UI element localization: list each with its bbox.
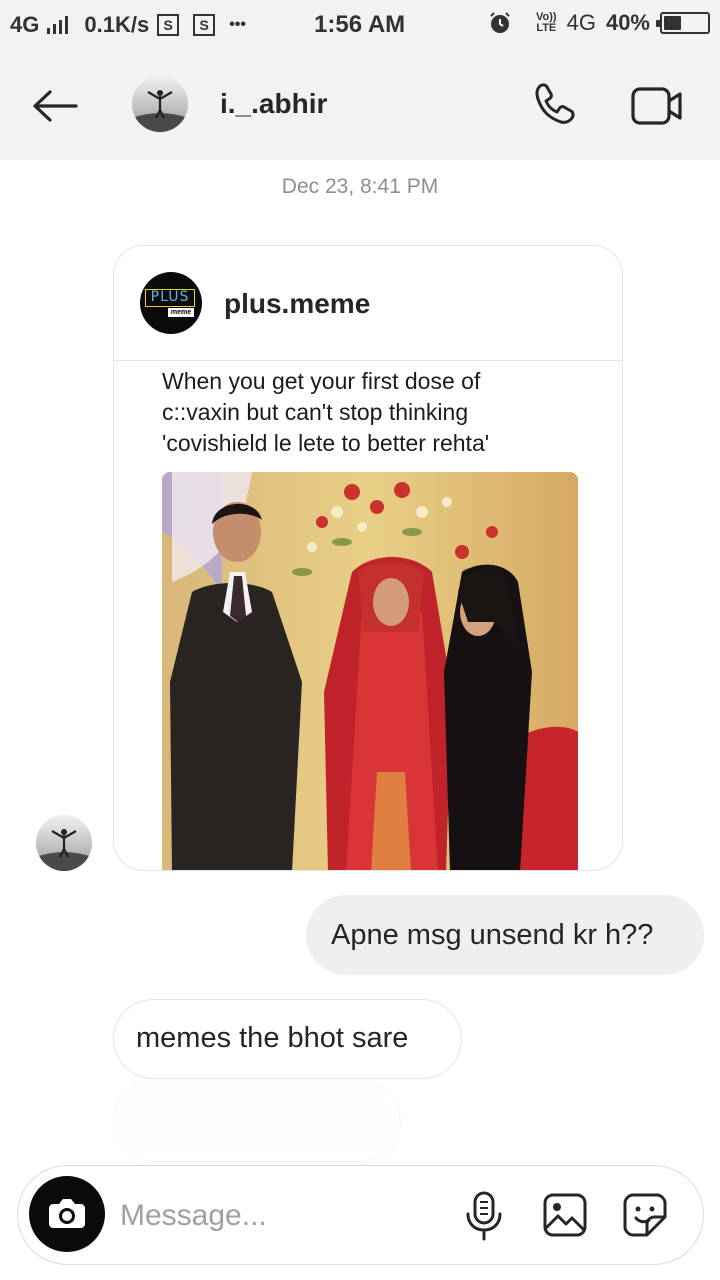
message-timestamp: Dec 23, 8:41 PM (281, 175, 439, 198)
incoming-message-bubble[interactable]: memes the bhot sare (113, 999, 462, 1079)
status-right: Vo)) LTE 4G 40% (488, 10, 710, 36)
message-input[interactable] (120, 1196, 420, 1236)
contact-avatar[interactable] (132, 76, 188, 132)
gallery-icon[interactable] (542, 1192, 588, 1238)
notification-s-icon: S (157, 14, 180, 36)
alarm-icon (490, 12, 510, 33)
avatar-photo (132, 76, 188, 132)
signal-icon (47, 16, 69, 34)
status-left: 4G 0.1K/s S S ••• (10, 12, 246, 38)
network-label: 4G (10, 12, 40, 37)
shared-post-card[interactable]: PLUS meme plus.meme When you get your fi… (113, 245, 623, 871)
camera-button[interactable] (29, 1176, 105, 1252)
volte-icon: Vo)) LTE (536, 11, 557, 34)
outgoing-message-bubble[interactable]: Apne msg unsend kr h?? (306, 895, 704, 975)
back-arrow-icon[interactable] (30, 86, 80, 126)
caption-line: c::vaxin but can't stop thinking (162, 399, 469, 425)
message-composer (17, 1165, 704, 1265)
notification-s-icon-2: S (193, 14, 216, 36)
shared-post-header[interactable]: PLUS meme plus.meme (114, 246, 622, 361)
faded-message-bubble (113, 1082, 401, 1162)
post-account-logo[interactable]: PLUS meme (140, 272, 202, 334)
wedding-photo (162, 472, 578, 870)
avatar-photo (36, 815, 92, 871)
microphone-icon[interactable] (464, 1190, 504, 1242)
clock: 1:56 AM (314, 11, 406, 38)
battery-icon (656, 12, 710, 34)
battery-percent: 40% (605, 10, 650, 35)
post-image[interactable] (162, 472, 578, 870)
camera-icon (49, 1199, 85, 1228)
caption-line: When you get your first dose of (162, 368, 481, 394)
post-caption: When you get your first dose of c::vaxin… (162, 366, 602, 459)
chat-header: i._.abhir (0, 52, 720, 160)
network-right-label: 4G (566, 10, 596, 35)
phone-icon[interactable] (530, 80, 580, 130)
caption-line: 'covishield le lete to better rehta' (162, 430, 490, 456)
contact-username[interactable]: i._.abhir (220, 88, 327, 120)
logo-subtext: meme (168, 308, 194, 317)
more-notifications-icon: ••• (229, 16, 246, 33)
data-speed: 0.1K/s (84, 12, 150, 37)
sticker-icon[interactable] (622, 1192, 668, 1238)
logo-wordmark: PLUS (145, 289, 195, 307)
sender-avatar[interactable] (36, 815, 92, 871)
battery-fill (664, 16, 681, 30)
video-camera-icon[interactable] (630, 84, 684, 128)
status-bar: 4G 0.1K/s S S ••• 1:56 AM Vo)) LTE 4G 40… (0, 0, 720, 52)
post-username[interactable]: plus.meme (224, 288, 370, 320)
